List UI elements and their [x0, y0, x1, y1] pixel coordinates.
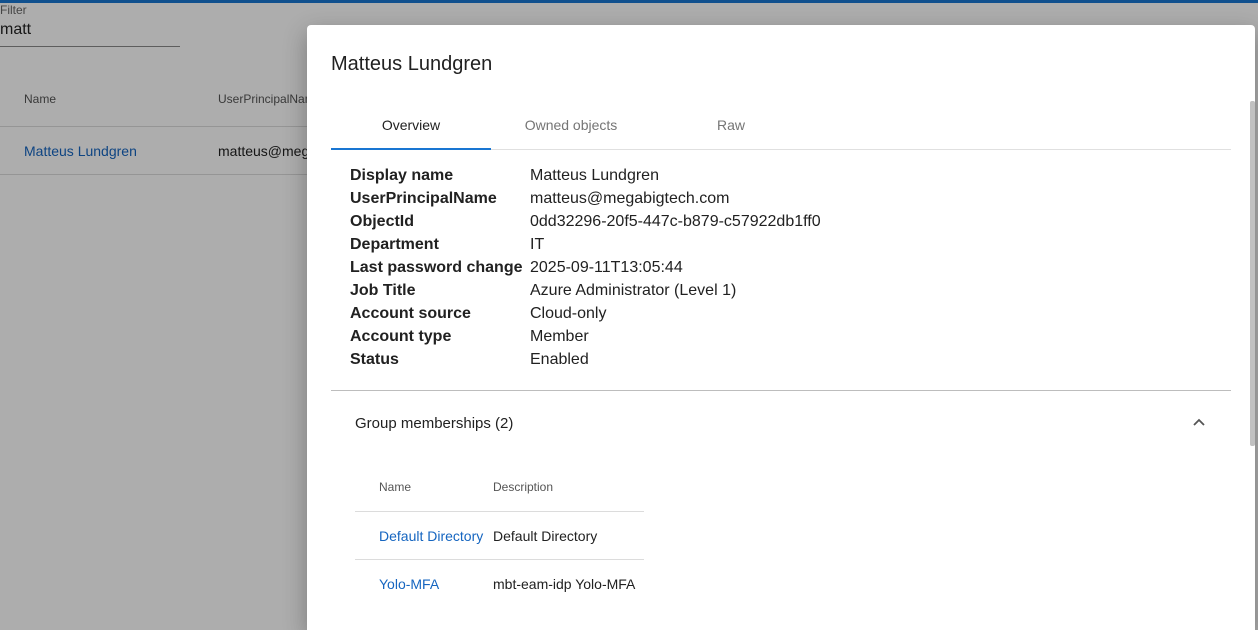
property-key: Job Title — [350, 282, 416, 299]
column-header-description[interactable]: Description — [493, 463, 553, 511]
group-name-link[interactable]: Default Directory — [379, 512, 483, 560]
property-value: Cloud-only — [530, 305, 607, 322]
group-description: Default Directory — [493, 528, 598, 544]
tab-owned-objects[interactable]: Owned objects — [491, 105, 651, 150]
group-name-link[interactable]: Yolo-MFA — [379, 560, 439, 608]
tab-bar: Overview Owned objects Raw — [331, 105, 1231, 150]
property-row: Account type Member — [350, 328, 950, 351]
group-description: mbt-eam-idp Yolo-MFA — [493, 576, 636, 592]
table-row[interactable]: Default Directory Default Directory — [355, 512, 644, 560]
table-row[interactable]: Yolo-MFA mbt-eam-idp Yolo-MFA — [355, 560, 644, 608]
property-row: UserPrincipalName matteus@megabigtech.co… — [350, 190, 950, 213]
property-row: Status Enabled — [350, 351, 950, 374]
tab-overview[interactable]: Overview — [331, 105, 491, 150]
property-row: ObjectId 0dd32296-20f5-447c-b879-c57922d… — [350, 213, 950, 236]
property-value: Member — [530, 328, 589, 345]
property-key: Display name — [350, 167, 454, 184]
dialog-title: Matteus Lundgren — [331, 53, 493, 75]
property-value: Enabled — [530, 351, 589, 368]
property-key: Status — [350, 351, 399, 368]
property-row: Account source Cloud-only — [350, 305, 950, 328]
property-value: Matteus Lundgren — [530, 167, 659, 184]
property-value: Azure Administrator (Level 1) — [530, 282, 737, 299]
group-memberships-table: Name Description Default Directory Defau… — [355, 463, 644, 608]
property-key: Account type — [350, 328, 452, 345]
property-key: Department — [350, 236, 439, 253]
properties-list: Display name Matteus Lundgren UserPrinci… — [350, 167, 950, 374]
group-memberships-expander[interactable]: Group memberships (2) — [331, 391, 1231, 455]
property-key: ObjectId — [350, 213, 415, 230]
user-details-dialog: Matteus Lundgren Overview Owned objects … — [307, 25, 1255, 630]
property-key: Last password change — [350, 259, 523, 276]
property-row: Last password change 2025-09-11T13:05:44 — [350, 259, 950, 282]
property-value: IT — [530, 236, 545, 253]
property-key: UserPrincipalName — [350, 190, 497, 207]
tab-raw[interactable]: Raw — [651, 105, 811, 150]
property-value: 2025-09-11T13:05:44 — [530, 259, 683, 276]
property-row: Display name Matteus Lundgren — [350, 167, 950, 190]
property-value: matteus@megabigtech.com — [530, 190, 730, 207]
property-key: Account source — [350, 305, 471, 322]
group-memberships-title: Group memberships (2) — [355, 415, 514, 432]
property-row: Job Title Azure Administrator (Level 1) — [350, 282, 950, 305]
property-row: Department IT — [350, 236, 950, 259]
chevron-up-icon[interactable] — [1191, 415, 1207, 431]
dialog-scrollbar[interactable] — [1250, 101, 1255, 446]
property-value: 0dd32296-20f5-447c-b879-c57922db1ff0 — [530, 213, 821, 230]
column-header-name[interactable]: Name — [379, 463, 411, 511]
table-header-row: Name Description — [355, 463, 644, 512]
